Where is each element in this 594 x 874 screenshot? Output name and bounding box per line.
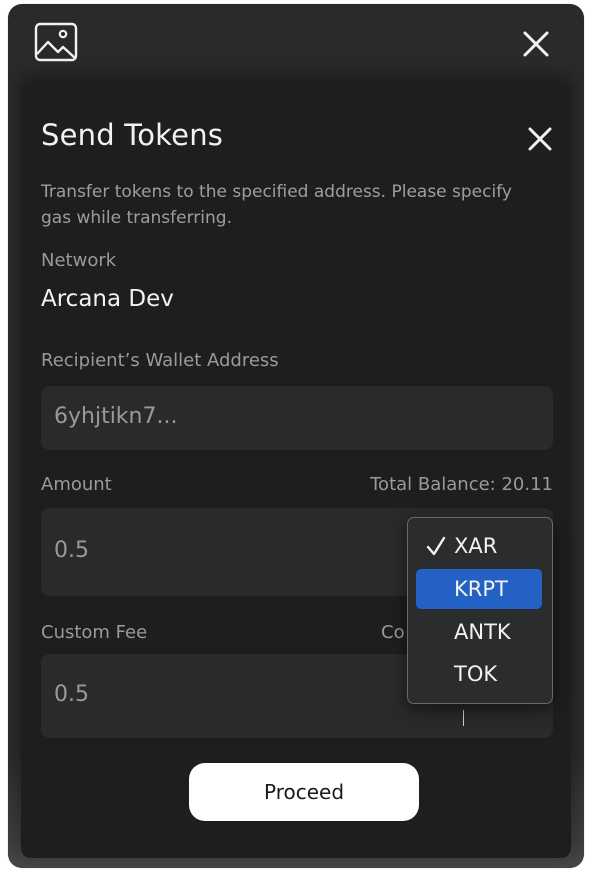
- recipient-label: Recipient’s Wallet Address: [41, 350, 279, 371]
- checkmark-icon: [426, 536, 446, 556]
- amount-label: Amount: [41, 474, 112, 495]
- modal-title: Send Tokens: [41, 118, 224, 152]
- token-option-label: ANTK: [454, 620, 511, 644]
- token-option-label: XAR: [454, 534, 498, 558]
- total-balance: Total Balance: 20.11: [370, 474, 553, 495]
- token-option-krpt[interactable]: KRPT: [416, 569, 542, 609]
- token-option-label: TOK: [454, 662, 498, 686]
- network-label: Network: [41, 250, 117, 271]
- text-cursor: [463, 710, 464, 726]
- custom-fee-label: Custom Fee: [41, 622, 148, 643]
- network-value: Arcana Dev: [41, 286, 174, 312]
- recipient-address-input[interactable]: 6yhjtikn7...: [41, 386, 553, 450]
- token-option-antk[interactable]: ANTK: [416, 612, 542, 652]
- send-tokens-modal: Send Tokens Transfer tokens to the speci…: [21, 82, 571, 858]
- token-option-xar[interactable]: XAR: [416, 526, 542, 566]
- fee-token-label: Co: [381, 622, 405, 643]
- recipient-address-value: 6yhjtikn7...: [54, 404, 178, 429]
- wallet-window: Send Tokens Transfer tokens to the speci…: [8, 4, 584, 868]
- token-option-label: KRPT: [454, 577, 508, 601]
- modal-description: Transfer tokens to the specified address…: [41, 182, 512, 228]
- custom-fee-value: 0.5: [54, 682, 89, 707]
- proceed-button[interactable]: Proceed: [189, 763, 419, 821]
- image-icon[interactable]: [34, 22, 78, 62]
- close-icon[interactable]: [525, 124, 555, 154]
- token-option-tok[interactable]: TOK: [416, 654, 542, 694]
- amount-value: 0.5: [54, 538, 89, 563]
- close-icon[interactable]: [520, 28, 552, 60]
- token-dropdown-menu: XAR KRPT ANTK TOK: [407, 517, 553, 704]
